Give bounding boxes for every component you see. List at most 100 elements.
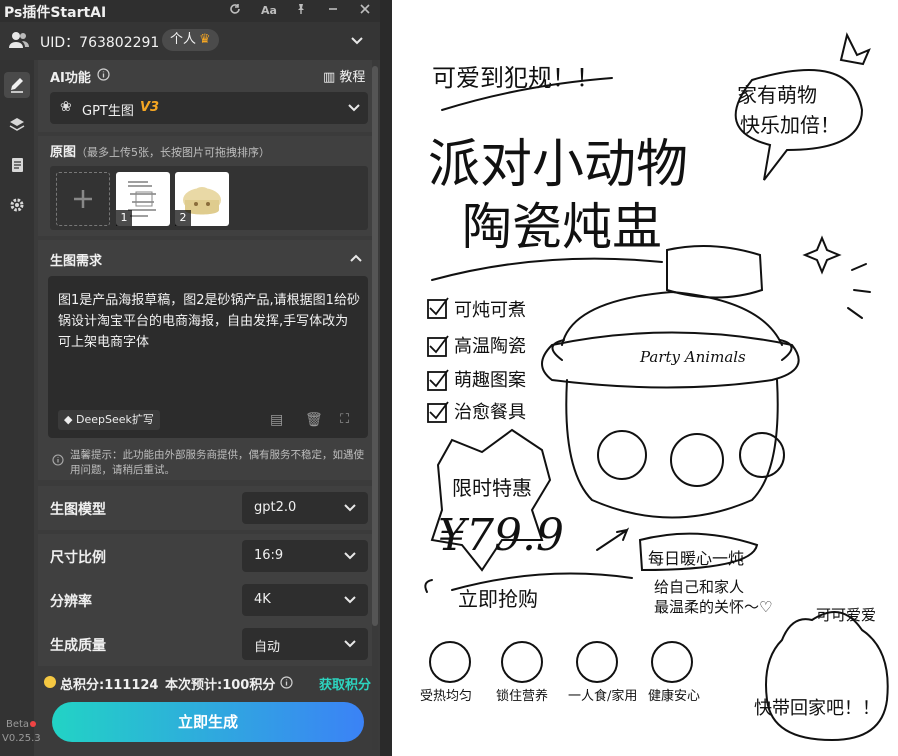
plugin-panel: Ps插件StartAI Aa UID：763802291 个人 ♛ AI功能 ▥… bbox=[0, 0, 380, 756]
poster-warm-title: 每日暖心一炖 bbox=[648, 549, 744, 568]
points-bar: 总积分:111124 本次预计:100积分 获取积分 bbox=[38, 668, 376, 698]
reference-thumb-2[interactable]: 2 bbox=[175, 172, 229, 226]
openai-icon: ❀ bbox=[60, 99, 72, 115]
ai-function-label: AI功能 bbox=[50, 71, 91, 86]
book-icon: ▥ bbox=[323, 70, 340, 85]
prompt-text[interactable]: 图1是产品海报草稿，图2是砂锅产品,请根据图1给砂锅设计淘宝平台的电商海报，自由… bbox=[58, 290, 360, 353]
poster-bubble-line2: 快乐加倍！ bbox=[740, 113, 840, 137]
poster-icon-label: 受热均匀 bbox=[420, 689, 472, 704]
history-icon[interactable]: ▤ bbox=[270, 412, 283, 428]
document-canvas: 可爱到犯规！！ 派对小动物 陶瓷炖盅 家有萌物 快乐加倍！ 可炖可煮 高温陶瓷 … bbox=[392, 0, 898, 756]
info-icon bbox=[52, 454, 64, 466]
resolution-select[interactable]: 4K bbox=[242, 584, 368, 616]
tutorial-label: 教程 bbox=[339, 70, 366, 85]
chevron-up-icon[interactable] bbox=[350, 254, 362, 262]
coin-icon bbox=[44, 676, 56, 688]
reference-thumb-1[interactable]: 1 bbox=[116, 172, 170, 226]
deepseek-expand-button[interactable]: ◆ DeepSeek扩写 bbox=[58, 410, 160, 430]
poster-title-line1: 派对小动物 bbox=[428, 135, 688, 195]
poster-feature: 治愈餐具 bbox=[454, 402, 526, 423]
poster-tagline: 可爱到犯规！！ bbox=[432, 64, 600, 92]
chevron-down-icon bbox=[344, 504, 356, 512]
poster-cute: 可可爱爱 bbox=[816, 606, 876, 624]
edit-tool-button[interactable] bbox=[4, 72, 30, 98]
trash-icon[interactable]: 🗑 bbox=[305, 412, 323, 428]
add-image-button[interactable] bbox=[56, 172, 110, 226]
close-icon[interactable] bbox=[354, 0, 376, 22]
document-icon bbox=[12, 158, 23, 172]
poster-icon-label: 健康安心 bbox=[648, 688, 700, 704]
panel-scrollbar[interactable] bbox=[372, 60, 378, 750]
setting-label: 生成质量 bbox=[50, 638, 106, 654]
ratio-select[interactable]: 16:9 bbox=[242, 540, 368, 572]
settings-tool-button[interactable] bbox=[4, 192, 30, 218]
left-toolbar bbox=[0, 60, 34, 756]
notice: 温馨提示：此功能由外部服务商提供，偶有服务不稳定，如遇使用问题，请稍后重试。 bbox=[48, 446, 368, 478]
account-bar: UID：763802291 个人 ♛ bbox=[0, 22, 380, 60]
chevron-down-icon bbox=[348, 104, 360, 112]
chevron-down-icon[interactable] bbox=[351, 37, 363, 45]
poster-price: ¥79.9 bbox=[438, 510, 564, 561]
ai-function-section: AI功能 ▥ 教程 ❀ GPT生图 V3 bbox=[38, 60, 376, 132]
crown-icon: ♛ bbox=[199, 32, 211, 47]
refresh-icon[interactable] bbox=[224, 0, 246, 22]
ai-model-name: GPT生图 bbox=[82, 104, 134, 119]
poster-warm-line2: 最温柔的关怀～♡ bbox=[654, 598, 772, 616]
poster-title-line2: 陶瓷炖盅 bbox=[462, 198, 662, 256]
poster-icon-label: 锁住营养 bbox=[496, 688, 548, 704]
poster-warm-line1: 给自己和家人 bbox=[654, 578, 744, 596]
app-title: Ps插件StartAI bbox=[4, 5, 107, 21]
pencil-icon bbox=[11, 78, 23, 93]
document-tool-button[interactable] bbox=[4, 152, 30, 178]
account-type-label: 个人 bbox=[170, 32, 197, 47]
pin-icon[interactable] bbox=[290, 0, 312, 22]
get-points-link[interactable]: 获取积分 bbox=[319, 674, 371, 693]
layers-icon bbox=[9, 118, 25, 131]
info-icon[interactable] bbox=[280, 676, 293, 689]
estimate-points: 本次预计:100积分 bbox=[165, 678, 276, 693]
setting-label: 分辨率 bbox=[50, 594, 92, 610]
poster-take-home: 快带回家吧！！ bbox=[754, 698, 880, 719]
tutorial-link[interactable]: ▥ 教程 bbox=[323, 66, 365, 85]
ai-model-version: V3 bbox=[140, 100, 160, 115]
font-size-icon[interactable]: Aa bbox=[258, 0, 280, 22]
expand-icon[interactable]: ⛶ bbox=[340, 412, 349, 427]
info-icon[interactable] bbox=[97, 68, 110, 81]
gear-icon bbox=[10, 198, 24, 212]
uid-text: UID：763802291 bbox=[40, 35, 160, 51]
quality-select[interactable]: 自动 bbox=[242, 628, 368, 660]
prompt-label: 生图需求 bbox=[50, 254, 103, 269]
poster-feature: 可炖可煮 bbox=[454, 300, 526, 321]
setting-row-quality: 生成质量 自动 bbox=[38, 622, 376, 666]
setting-row-ratio: 尺寸比例 16:9 bbox=[38, 534, 376, 578]
chevron-down-icon bbox=[344, 552, 356, 560]
beta-dot bbox=[30, 721, 37, 727]
setting-label: 生图模型 bbox=[50, 502, 106, 518]
poster-sketch: 可爱到犯规！！ 派对小动物 陶瓷炖盅 家有萌物 快乐加倍！ 可炖可煮 高温陶瓷 … bbox=[420, 32, 889, 742]
plus-icon bbox=[74, 190, 92, 208]
poster-pot-text: Party Animals bbox=[639, 348, 746, 366]
setting-row-model: 生图模型 gpt2.0 bbox=[38, 486, 376, 530]
chevron-down-icon bbox=[344, 596, 356, 604]
scrollbar-thumb[interactable] bbox=[372, 66, 378, 626]
layers-tool-button[interactable] bbox=[4, 112, 30, 138]
poster-sale-label: 限时特惠 bbox=[452, 476, 532, 500]
version-info: Beta V0.25.3 bbox=[2, 719, 41, 744]
setting-row-resolution: 分辨率 4K bbox=[38, 578, 376, 622]
ai-model-select[interactable]: ❀ GPT生图 V3 bbox=[50, 92, 368, 124]
total-points: 总积分:111124 bbox=[60, 678, 159, 693]
prompt-textarea[interactable]: 图1是产品海报草稿，图2是砂锅产品,请根据图1给砂锅设计淘宝平台的电商海报，自由… bbox=[48, 276, 368, 438]
poster-bubble-line1: 家有萌物 bbox=[737, 83, 817, 107]
poster-feature: 萌趣图案 bbox=[454, 370, 526, 391]
account-type-badge[interactable]: 个人 ♛ bbox=[162, 29, 219, 51]
poster-buy: 立即抢购 bbox=[458, 587, 538, 611]
thumb-number: 2 bbox=[175, 210, 191, 226]
chevron-down-icon bbox=[344, 640, 356, 648]
generate-button[interactable]: 立即生成 bbox=[52, 702, 364, 742]
reference-label: 原图（最多上传5张，长按图片可拖拽排序） bbox=[50, 145, 271, 160]
poster-icon-label: 一人食/家用 bbox=[568, 688, 637, 704]
model-select[interactable]: gpt2.0 bbox=[242, 492, 368, 524]
panel-divider bbox=[380, 0, 392, 756]
minimize-icon[interactable] bbox=[322, 0, 344, 22]
notice-text: 温馨提示：此功能由外部服务商提供，偶有服务不稳定，如遇使用问题，请稍后重试。 bbox=[70, 449, 364, 476]
